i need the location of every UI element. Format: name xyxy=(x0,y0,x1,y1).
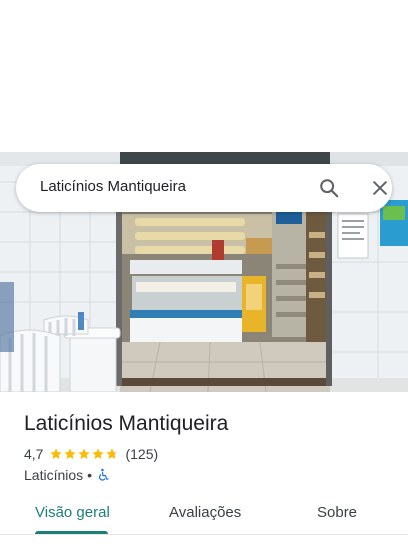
wheelchair-icon xyxy=(99,468,109,481)
star-half-icon xyxy=(106,448,119,460)
search-icon[interactable] xyxy=(318,177,340,199)
review-count[interactable]: (125) xyxy=(125,446,158,462)
place-title: Laticínios Mantiqueira xyxy=(24,412,229,435)
place-tabs: Visão geral Avaliações Sobre xyxy=(0,500,408,540)
tabs-divider xyxy=(0,534,408,535)
tab-overview[interactable]: Visão geral xyxy=(35,504,110,521)
place-category: Laticínios xyxy=(24,467,84,483)
search-bar[interactable]: Laticínios Mantiqueira xyxy=(16,164,392,212)
place-info-panel: Laticínios Mantiqueira 4,7 (125) Laticín… xyxy=(0,392,408,544)
star-icon xyxy=(92,448,105,460)
close-icon[interactable] xyxy=(370,178,390,198)
rating-stars xyxy=(49,447,119,461)
star-icon xyxy=(50,448,63,460)
tab-about[interactable]: Sobre xyxy=(317,504,357,521)
search-input[interactable]: Laticínios Mantiqueira xyxy=(40,178,186,195)
star-icon xyxy=(64,448,77,460)
category-row: Laticínios • xyxy=(24,466,110,484)
tab-reviews[interactable]: Avaliações xyxy=(169,504,241,521)
map-blank-area xyxy=(0,0,408,152)
rating-row[interactable]: 4,7 (125) xyxy=(24,445,158,463)
separator-dot: • xyxy=(87,467,93,483)
star-icon xyxy=(78,448,91,460)
rating-value: 4,7 xyxy=(24,446,44,462)
